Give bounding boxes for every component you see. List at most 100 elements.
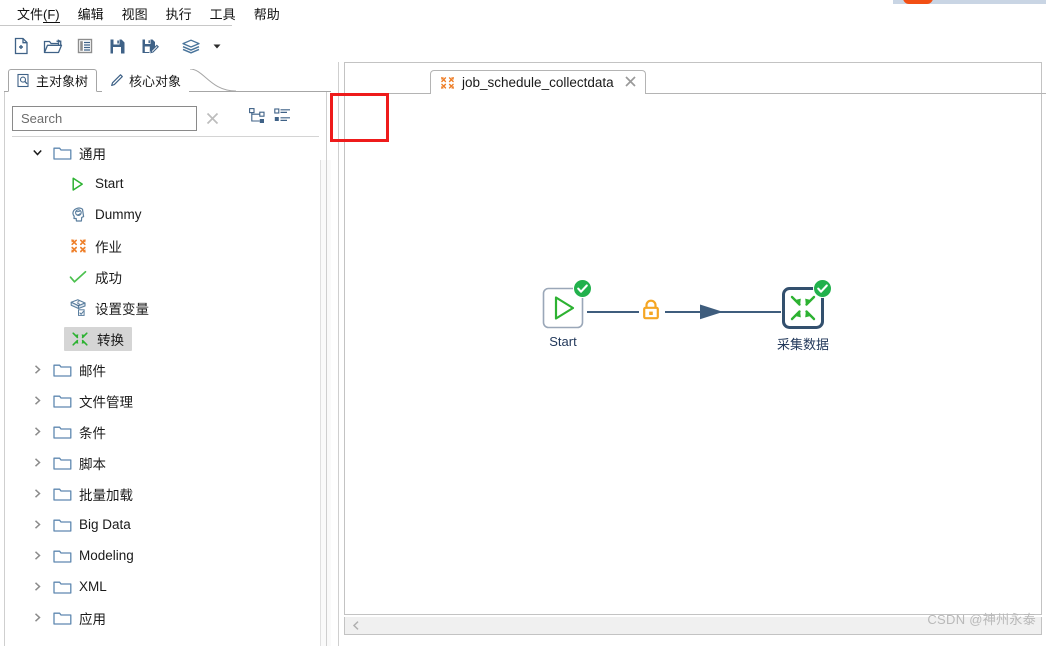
scroll-left-button[interactable] (345, 620, 367, 631)
search-clear-button[interactable] (197, 105, 227, 131)
save-button[interactable] (102, 31, 132, 61)
chevron-right-icon[interactable] (26, 519, 48, 530)
menu-item-help[interactable]: 帮助 (245, 4, 289, 25)
perspective-layers-button[interactable] (176, 31, 206, 61)
tree-item-modeling[interactable]: Modeling (12, 540, 319, 571)
tree-item-bulk-loading[interactable]: 批量加载 (12, 478, 319, 509)
menu-item-tools-label: 工具 (209, 7, 236, 22)
expand-list-button[interactable] (274, 107, 291, 129)
chevron-right-icon[interactable] (26, 395, 48, 406)
tree-item-xml-label: XML (79, 579, 107, 594)
close-icon (625, 75, 636, 87)
chevron-right-icon[interactable] (26, 426, 48, 437)
tree-item-success[interactable]: 成功 (12, 261, 319, 292)
chevron-down-icon[interactable] (26, 147, 48, 158)
new-file-button[interactable] (6, 31, 36, 61)
panel-tab-core-objects[interactable]: 核心对象 (102, 69, 190, 92)
menu-item-file[interactable]: 文件(F) (8, 4, 69, 25)
perspective-dropdown-button[interactable] (208, 31, 226, 61)
tree-item-set-variable[interactable]: $ 设置变量 (12, 292, 319, 323)
check-circle-icon (817, 284, 828, 293)
tree-item-xml[interactable]: XML (12, 571, 319, 602)
menu-item-view[interactable]: 视图 (113, 4, 157, 25)
folder-icon (48, 486, 76, 502)
tree-item-mail-label: 邮件 (79, 363, 106, 379)
svg-text:$: $ (76, 299, 80, 307)
open-folder-button[interactable] (38, 31, 68, 61)
tree-item-success-label: 成功 (95, 270, 122, 286)
chevron-right-icon[interactable] (26, 457, 48, 468)
transform-icon (66, 330, 94, 348)
chevron-right-icon[interactable] (26, 488, 48, 499)
canvas-node-start[interactable]: Start (541, 279, 592, 349)
folder-icon (48, 362, 76, 378)
set-variable-icon: $ (64, 298, 92, 317)
panel-tab-main-tree[interactable]: 主对象树 (8, 69, 98, 92)
left-tab-curve (190, 69, 236, 92)
editor-tab-close-button[interactable] (624, 75, 637, 91)
tree-item-job[interactable]: 作业 (12, 230, 319, 261)
tree-item-dummy[interactable]: Dummy (12, 199, 319, 230)
job-canvas[interactable]: Start 采集数据 (344, 62, 1042, 615)
folder-icon (48, 610, 76, 626)
search-row (12, 102, 327, 134)
dropdown-arrow-icon (213, 44, 221, 48)
menu-bar: 文件(F) 编辑 视图 执行 工具 帮助 (0, 4, 1046, 25)
editor-tab-active-label: job_schedule_collectdata (462, 75, 614, 90)
chevron-right-icon[interactable] (26, 550, 48, 561)
chevron-right-icon[interactable] (26, 364, 48, 375)
canvas-node-start-icon-wrap[interactable] (541, 279, 592, 330)
panel-tab-main-tree-label: 主对象树 (36, 74, 89, 89)
tree-item-transform[interactable]: 转换 (12, 323, 319, 354)
search-input[interactable] (19, 109, 190, 127)
left-panel: 主对象树 核心对象 Search 通用 Start Dummy 作业 成功 $ … (4, 68, 331, 646)
tree-item-file-management[interactable]: 文件管理 (12, 385, 319, 416)
hop-segment-left (587, 311, 639, 313)
tree-item-conditions[interactable]: 条件 (12, 416, 319, 447)
arrow-right-icon (700, 304, 723, 320)
folder-icon (48, 548, 76, 564)
job-canvas-inner[interactable]: Start 采集数据 (345, 63, 1041, 614)
collapse-tree-button[interactable] (249, 107, 266, 129)
tree-item-big-data[interactable]: Big Data (12, 509, 319, 540)
chevron-right-icon[interactable] (26, 612, 48, 623)
menu-item-view-label: 视图 (121, 7, 148, 22)
chevron-left-icon (352, 621, 359, 630)
open-folder-icon (43, 38, 63, 53)
tree-item-mail[interactable]: 邮件 (12, 354, 319, 385)
panel-sash[interactable] (331, 68, 336, 646)
tree-item-conditions-label: 条件 (79, 425, 106, 441)
menu-item-tools[interactable]: 工具 (201, 4, 245, 25)
left-panel-border-left (4, 92, 5, 646)
layers-icon (182, 39, 200, 54)
tree-item-scripting[interactable]: 脚本 (12, 447, 319, 478)
hop-lock[interactable] (640, 297, 662, 330)
search-box[interactable] (12, 105, 197, 131)
check-icon (64, 269, 92, 285)
save-as-button[interactable] (134, 31, 164, 61)
left-panel-border-right (326, 92, 327, 646)
tree-item-utility[interactable]: 应用 (12, 602, 319, 633)
canvas-node-collect-data[interactable]: 采集数据 (777, 279, 832, 352)
canvas-node-collect-icon-wrap[interactable] (781, 279, 832, 330)
menu-item-edit[interactable]: 编辑 (69, 4, 113, 25)
folder-icon (48, 579, 76, 595)
new-file-icon (14, 37, 28, 54)
tree-item-scripting-label: 脚本 (79, 456, 106, 472)
editor-tab-job-schedule-collectdata[interactable]: job_schedule_collectdata (430, 70, 646, 94)
tree-view-buttons (249, 107, 291, 129)
save-as-icon (142, 39, 159, 53)
tree-item-start-label: Start (95, 176, 124, 191)
tree-item-set-variable-label: 设置变量 (95, 301, 149, 317)
menu-item-run-label: 执行 (165, 7, 192, 22)
menu-item-file-label: 文件 (17, 7, 44, 22)
explorer-list-button[interactable] (70, 31, 100, 61)
chevron-right-icon[interactable] (26, 581, 48, 592)
menu-item-help-label: 帮助 (253, 7, 280, 22)
tree-item-general-label: 通用 (79, 146, 106, 162)
menu-item-run[interactable]: 执行 (157, 4, 201, 25)
explorer-list-icon (77, 38, 93, 53)
tree-item-general[interactable]: 通用 (12, 137, 319, 168)
tree-item-start[interactable]: Start (12, 168, 319, 199)
folder-icon (48, 145, 76, 161)
